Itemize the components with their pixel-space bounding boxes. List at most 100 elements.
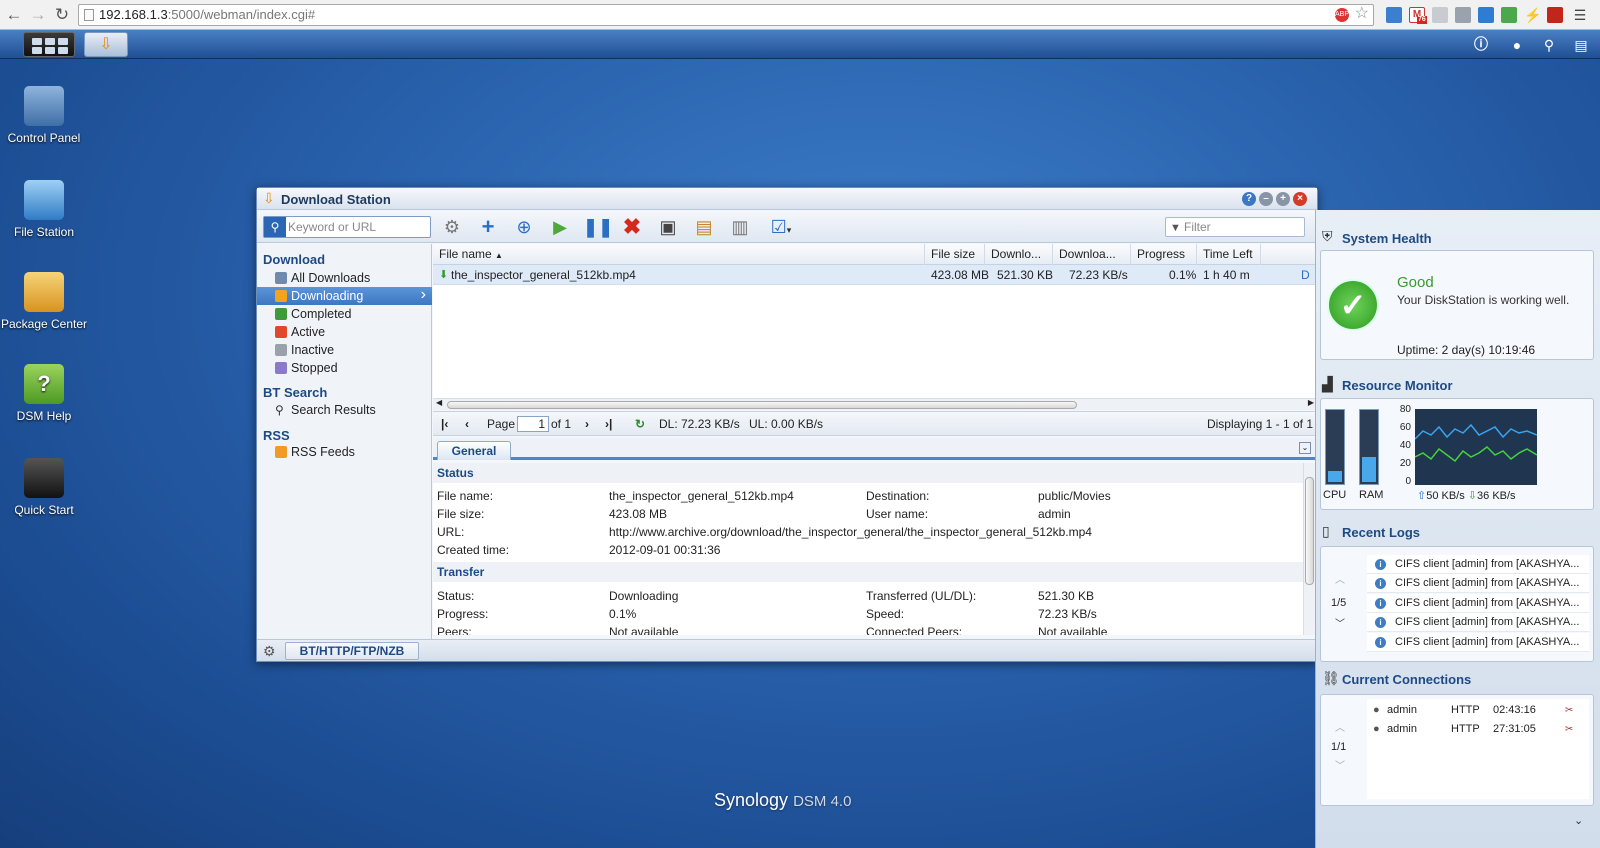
help-icon[interactable]: ? (1242, 192, 1256, 206)
first-page-icon[interactable]: |‹ (441, 412, 448, 436)
nav-item-rss-feeds[interactable]: RSS Feeds (257, 443, 432, 461)
kick-connection-icon[interactable]: ✂ (1565, 720, 1573, 739)
edit-clipboard-icon[interactable]: ▤ (691, 215, 717, 239)
log-entry[interactable]: i CIFS client [admin] from [AKASHYA... (1367, 613, 1589, 632)
desktop-icon-quick-start[interactable]: Quick Start (0, 458, 88, 516)
add-icon[interactable]: + (475, 215, 501, 239)
connection-row[interactable]: ● admin HTTP 27:31:05 ✂ (1367, 720, 1589, 739)
reload-icon[interactable]: ↻ (52, 5, 72, 25)
extension-icon[interactable] (1547, 7, 1563, 23)
nav-item-active[interactable]: Active (257, 323, 432, 341)
prev-page-icon[interactable]: ‹ (465, 412, 469, 436)
forward-arrow-icon[interactable]: → (28, 5, 48, 25)
link-icon: ⛓ (1322, 670, 1340, 686)
gmail-extension-icon[interactable]: M 76 (1409, 7, 1427, 24)
connection-time: 27:31:05 (1493, 723, 1536, 735)
lightning-icon[interactable]: ⚡ (1524, 7, 1541, 23)
scroll-right-icon[interactable]: ▶ (1308, 398, 1314, 407)
widget-collapse-icon[interactable]: ⌄ (1574, 814, 1583, 827)
last-page-icon[interactable]: ›| (605, 412, 612, 436)
connection-row[interactable]: ● admin HTTP 02:43:16 ✂ (1367, 701, 1589, 720)
extension-icon[interactable] (1455, 7, 1471, 23)
column-file-name[interactable]: File name ▲ (433, 244, 925, 265)
extension-icon[interactable] (1501, 7, 1517, 23)
scrollbar-thumb[interactable] (1305, 477, 1314, 585)
page-number-input[interactable]: 1 (517, 416, 549, 432)
info-icon[interactable]: ⓘ (1470, 34, 1492, 56)
translate-extension-icon[interactable] (1386, 7, 1402, 23)
save-icon[interactable]: ▣ (655, 215, 681, 239)
nav-item-search-results[interactable]: ⚲ Search Results (257, 401, 432, 419)
user-icon: ● (1373, 723, 1380, 735)
nav-item-stopped[interactable]: Stopped (257, 359, 432, 377)
user-icon[interactable]: ● (1506, 34, 1528, 56)
nav-item-completed[interactable]: Completed (257, 305, 432, 323)
column-downloaded[interactable]: Downlo... (985, 244, 1053, 265)
column-progress[interactable]: Progress (1131, 244, 1197, 265)
tab-general[interactable]: General (437, 441, 511, 460)
prev-page-icon[interactable]: ︿ (1335, 571, 1345, 586)
keyword-url-input[interactable] (288, 218, 428, 236)
log-entry[interactable]: i CIFS client [admin] from [AKASHYA... (1367, 555, 1589, 574)
maximize-icon[interactable]: + (1276, 192, 1290, 206)
resume-icon[interactable]: ▶ (547, 215, 573, 239)
nav-item-all-downloads[interactable]: All Downloads (257, 269, 432, 287)
table-row[interactable]: ⬇ the_inspector_general_512kb.mp4 423.08… (433, 265, 1317, 285)
log-entry[interactable]: i CIFS client [admin] from [AKASHYA... (1367, 594, 1589, 613)
log-entry[interactable]: i CIFS client [admin] from [AKASHYA... (1367, 574, 1589, 593)
desktop-icon-dsm-help[interactable]: ? DSM Help (0, 364, 88, 422)
download-station-taskbar-button[interactable]: ⇩ (84, 32, 128, 57)
scrollbar-thumb[interactable] (447, 401, 1077, 409)
extension-icon[interactable] (1432, 7, 1448, 23)
kick-connection-icon[interactable]: ✂ (1565, 701, 1573, 720)
next-page-icon[interactable]: ﹀ (1335, 615, 1345, 630)
column-time-left[interactable]: Time Left (1197, 244, 1261, 265)
search-icon[interactable]: ⚲ (1538, 34, 1560, 56)
current-connections-panel: ︿ 1/1 ﹀ ● admin HTTP 02:43:16 ✂ ● admin … (1320, 694, 1594, 806)
desktop-icon-label: Package Center (0, 317, 88, 331)
window-titlebar[interactable]: ⇩ Download Station ? – + × (257, 188, 1317, 210)
refresh-icon[interactable]: ↻ (635, 412, 645, 436)
filter-input[interactable]: ▼ Filter (1165, 217, 1305, 237)
nav-item-inactive[interactable]: Inactive (257, 341, 432, 359)
search-icon[interactable]: ⚲ (264, 217, 286, 237)
prev-page-icon[interactable]: ︿ (1335, 719, 1345, 734)
column-file-size[interactable]: File size (925, 244, 985, 265)
add-url-icon[interactable]: ⊕ (511, 215, 537, 239)
url-value: http://www.archive.org/download/the_insp… (609, 525, 1092, 539)
horizontal-scrollbar[interactable]: ◀ ▶ (433, 398, 1317, 410)
log-text: CIFS client [admin] from [AKASHYA... (1395, 636, 1580, 648)
close-icon[interactable]: × (1293, 192, 1307, 206)
desktop-icon-control-panel[interactable]: Control Panel (0, 86, 88, 144)
rss-icon (275, 446, 287, 458)
address-bar[interactable]: 192.168.1.3:5000/webman/index.cgi# ABP ☆ (78, 4, 1374, 26)
collapse-panel-icon[interactable]: ⌄ (1299, 442, 1311, 454)
desktop-icon-file-station[interactable]: File Station (0, 180, 88, 238)
select-all-dropdown-icon[interactable]: ☑▾ (763, 215, 799, 239)
adblock-icon[interactable]: ABP (1335, 8, 1349, 22)
clear-trash-icon[interactable]: ▥ (727, 215, 753, 239)
log-entry[interactable]: i CIFS client [admin] from [AKASHYA... (1367, 633, 1589, 652)
back-arrow-icon[interactable]: ← (4, 5, 24, 25)
protocol-tab[interactable]: BT/HTTP/FTP/NZB (285, 642, 419, 660)
nav-item-downloading[interactable]: Downloading (257, 286, 432, 305)
extension-icon[interactable] (1478, 7, 1494, 23)
pagination-bar: |‹ ‹ Page 1 of 1 › ›| ↻ DL: 72.23 KB/s U… (433, 411, 1317, 436)
column-download-speed[interactable]: Downloa... (1053, 244, 1131, 265)
settings-gear-icon[interactable]: ⚙ (263, 643, 276, 660)
next-page-icon[interactable]: › (585, 412, 589, 436)
next-page-icon[interactable]: ﹀ (1335, 757, 1345, 772)
delete-icon[interactable]: ✖ (619, 215, 645, 239)
transfer-status-label: Status: (437, 589, 475, 603)
widgets-toggle-icon[interactable]: ▤ (1570, 34, 1592, 56)
main-menu-button[interactable] (23, 32, 75, 57)
minimize-icon[interactable]: – (1259, 192, 1273, 206)
settings-gear-icon[interactable]: ⚙ (439, 215, 465, 239)
bookmark-star-icon[interactable]: ☆ (1355, 4, 1369, 24)
pause-icon[interactable]: ❚❚ (583, 215, 613, 239)
desktop-icon-package-center[interactable]: Package Center (0, 272, 88, 330)
vertical-scrollbar[interactable] (1303, 463, 1315, 635)
wrench-menu-icon[interactable]: ☰ (1572, 7, 1588, 23)
cell-file-name: the_inspector_general_512kb.mp4 (451, 268, 636, 282)
scroll-left-icon[interactable]: ◀ (436, 398, 442, 407)
